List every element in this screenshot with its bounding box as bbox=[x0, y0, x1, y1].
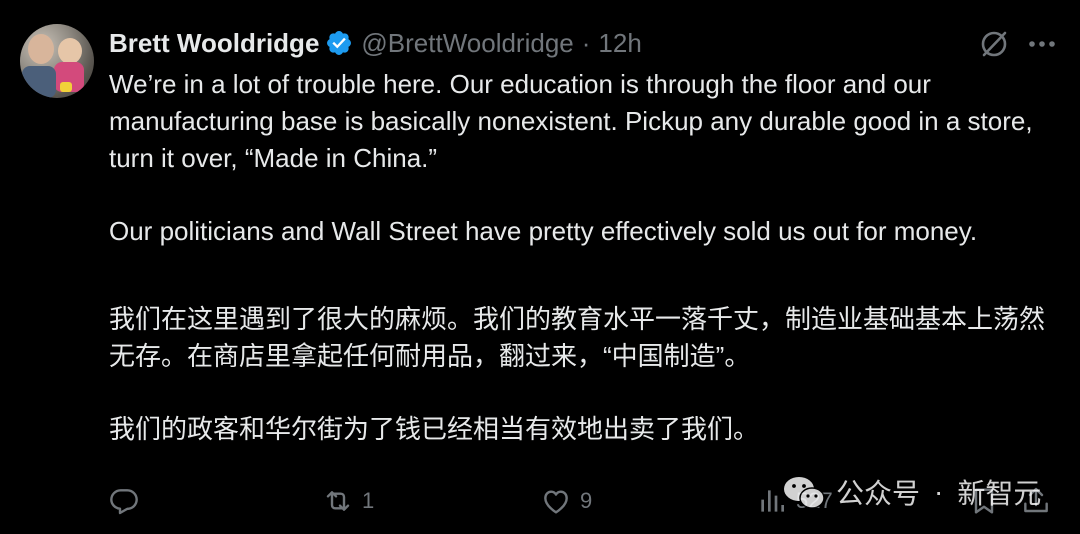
translation-paragraph-2: 我们的政客和华尔街为了钱已经相当有效地出卖了我们。 bbox=[109, 414, 760, 445]
repost-icon bbox=[326, 491, 350, 511]
verified-badge-icon bbox=[327, 31, 352, 55]
avatar[interactable] bbox=[20, 24, 94, 98]
tweet-paragraph-2: Our politicians and Wall Street have pre… bbox=[109, 216, 978, 247]
tweet-header: Brett Wooldridge @BrettWooldridge · 12h bbox=[109, 26, 642, 60]
reply-icon bbox=[110, 489, 138, 515]
like-button[interactable]: 9 bbox=[540, 478, 592, 524]
watermark-label: 公众号 bbox=[836, 478, 921, 509]
wechat-icon bbox=[784, 477, 825, 509]
watermark-separator: · bbox=[934, 476, 944, 507]
header-separator: · bbox=[581, 27, 591, 58]
repost-count: 1 bbox=[362, 488, 375, 513]
repost-button[interactable]: 1 bbox=[322, 478, 374, 524]
translation-paragraph-1: 我们在这里遇到了很大的麻烦。我们的教育水平一落千丈，制造业基础基本上荡然无存。在… bbox=[109, 304, 1046, 371]
tweet-paragraph-1: We’re in a lot of trouble here. Our educ… bbox=[109, 69, 1040, 173]
wechat-watermark: 公众号 · 新智元 bbox=[782, 470, 1041, 514]
tweet[interactable]: Brett Wooldridge @BrettWooldridge · 12h … bbox=[0, 0, 1080, 534]
grok-icon[interactable] bbox=[978, 28, 1010, 60]
tweet-text-translation: 我们在这里遇到了很大的麻烦。我们的教育水平一落千丈，制造业基础基本上荡然无存。在… bbox=[109, 301, 1059, 448]
like-count: 9 bbox=[580, 488, 593, 513]
timestamp[interactable]: 12h bbox=[598, 28, 641, 59]
author-name[interactable]: Brett Wooldridge bbox=[109, 28, 319, 59]
tweet-text-english: We’re in a lot of trouble here. Our educ… bbox=[109, 66, 1059, 250]
more-icon[interactable] bbox=[1026, 30, 1058, 58]
watermark-brand: 新智元 bbox=[957, 478, 1042, 509]
like-icon bbox=[544, 490, 568, 514]
author-handle[interactable]: @BrettWooldridge bbox=[361, 28, 573, 59]
reply-button[interactable] bbox=[108, 478, 140, 524]
